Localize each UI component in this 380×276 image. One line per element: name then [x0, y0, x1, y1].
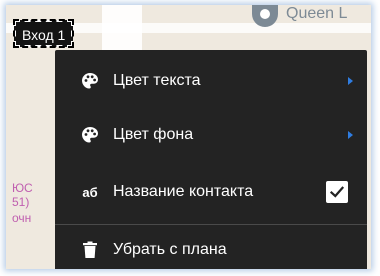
contact-name-checkbox[interactable] — [326, 181, 348, 203]
menu-item-remove-from-plan[interactable]: Убрать с плана — [55, 225, 367, 269]
entrance-marker[interactable]: Вход 1 — [12, 19, 75, 48]
menu-item-text-color[interactable]: Цвет текста — [55, 54, 367, 108]
map-poi-text: очн — [12, 211, 32, 225]
palette-icon — [80, 125, 100, 145]
map-poi-text: 51) — [12, 195, 30, 209]
map-place-label: Queen L — [286, 5, 348, 22]
map-poi-text: ЮС — [12, 181, 33, 195]
entrance-marker-label: Вход 1 — [22, 27, 66, 43]
menu-item-label: Цвет фона — [113, 126, 194, 143]
menu-item-background-color[interactable]: Цвет фона — [55, 108, 367, 162]
menu-item-label: Название контакта — [113, 183, 254, 200]
submenu-arrow-icon — [348, 77, 353, 85]
submenu-arrow-icon — [348, 131, 353, 139]
menu-item-label: Цвет текста — [113, 72, 201, 89]
context-menu: Цвет текста Цвет фона аб Название контак… — [55, 50, 367, 269]
checkmark-icon — [329, 186, 345, 198]
trash-icon — [80, 240, 100, 260]
palette-icon — [80, 71, 100, 91]
menu-item-contact-name[interactable]: аб Название контакта — [55, 165, 367, 219]
menu-item-label: Убрать с плана — [113, 240, 227, 258]
text-ab-icon: аб — [82, 184, 98, 200]
map-frame[interactable]: Queen L ЮС 51) очн Вход 1 Цвет текста Цв… — [6, 5, 371, 269]
